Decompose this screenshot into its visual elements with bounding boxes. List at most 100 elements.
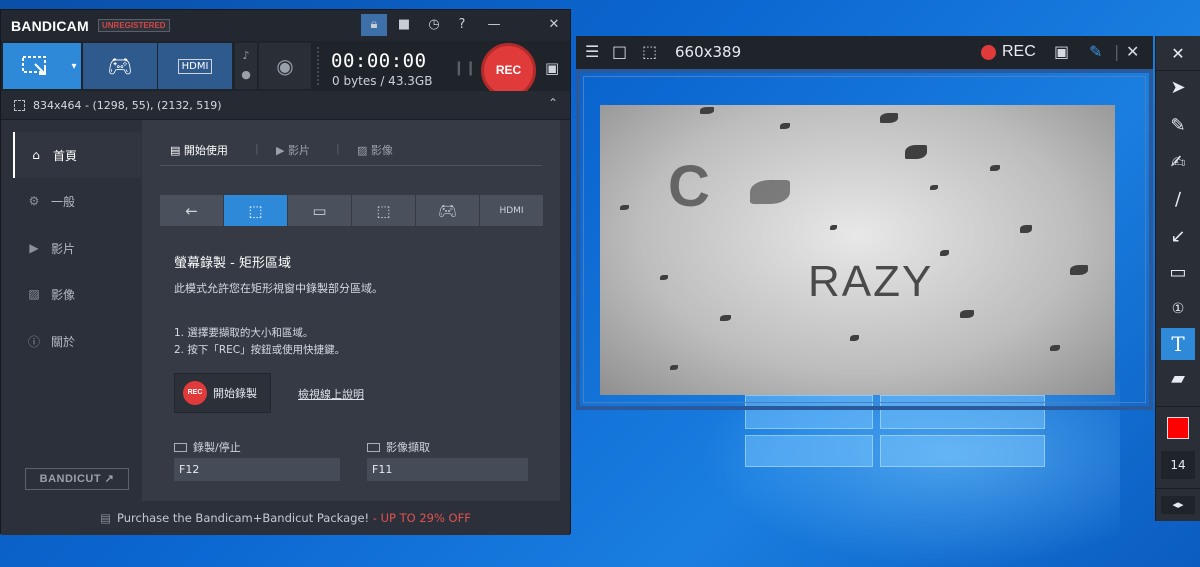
rectangle-icon[interactable]: ▭ <box>1161 257 1195 289</box>
number-icon[interactable]: ① <box>1161 293 1195 325</box>
rect-mode-icon[interactable]: ⬚ <box>224 195 287 226</box>
screen-rect-mode-button[interactable] <box>3 43 67 89</box>
stroke-size[interactable]: 14 <box>1161 451 1195 479</box>
screen-rect-icon <box>22 56 46 75</box>
leaf-particle <box>1070 265 1088 275</box>
back-arrow-icon[interactable]: ← <box>160 195 223 226</box>
close-icon[interactable]: ✕ <box>541 14 567 36</box>
step-1: 1. 選擇要擷取的大小和區域。 <box>174 327 314 339</box>
video-text: RAZY <box>808 257 934 306</box>
menu-icon[interactable]: ☰ <box>585 42 599 61</box>
region-info-text: 834x464 - (1298, 55), (2132, 519) <box>33 99 222 112</box>
line-icon[interactable]: ∕ <box>1161 184 1195 216</box>
video-text-c: C <box>668 154 710 219</box>
pencil-icon[interactable]: ✎ <box>1089 42 1102 61</box>
leaf-particle <box>830 225 837 230</box>
cursor-icon[interactable]: ➤ <box>1161 72 1195 104</box>
bandicut-button[interactable]: BANDICUT ↗ <box>25 468 129 490</box>
separator: | <box>1114 42 1120 61</box>
close-icon[interactable]: ✕ <box>1161 38 1195 70</box>
help-icon[interactable]: ? <box>449 14 475 36</box>
folder-icon[interactable]: ■ <box>391 14 417 36</box>
start-recording-button[interactable]: REC 開始錄製 <box>174 373 271 413</box>
leaf-particle <box>780 123 790 129</box>
hotkey-record-field[interactable]: F12 <box>174 458 340 481</box>
mode-description: 此模式允許您在矩形視窗中錄製部分區域。 <box>174 282 383 295</box>
game-mode-icon[interactable]: 🎮︎ <box>416 195 479 226</box>
online-help-link[interactable]: 檢視線上說明 <box>298 386 364 402</box>
game-mode-button[interactable]: 🎮︎ <box>83 43 157 89</box>
leaf-particle <box>1050 345 1060 351</box>
divider <box>1156 70 1200 71</box>
video-preview: C RAZY <box>600 105 1115 395</box>
title-bar: BANDICAM UNREGISTERED 🔒︎ ■ ◷ ? — ✕ <box>1 10 570 41</box>
tab-getting-started[interactable]: ▤ 開始使用 <box>170 142 228 158</box>
chat-icon: ▤ <box>100 511 112 525</box>
unregistered-badge: UNREGISTERED <box>98 19 170 32</box>
leaf-particle <box>750 180 790 204</box>
hotkey-capture-field[interactable]: F11 <box>367 458 528 481</box>
hdmi-mode-button[interactable]: HDMI <box>158 43 232 89</box>
sidebar-item-about[interactable]: ⓘ 關於 <box>13 318 141 364</box>
eraser-icon[interactable]: ▰ <box>1161 363 1195 395</box>
leaf-particle <box>720 315 731 321</box>
hdmi-icon: HDMI <box>177 58 213 74</box>
mode-selector: ← ⬚ ▭ ⬚ 🎮︎ HDMI <box>160 195 543 226</box>
clock-icon[interactable]: ◷ <box>421 14 447 36</box>
leaf-particle <box>660 275 668 280</box>
info-icon: ⓘ <box>27 334 40 349</box>
speaker-icon: ♪ <box>242 49 250 62</box>
hotkey-capture-label: 影像擷取 <box>367 439 430 455</box>
rec-button[interactable]: REC <box>481 43 536 98</box>
promo-banner[interactable]: ▤ Purchase the Bandicam+Bandicut Package!… <box>1 501 570 535</box>
leaf-particle <box>620 205 629 210</box>
webcam-button[interactable]: ◉ <box>259 43 311 89</box>
tab-separator: | <box>336 142 340 155</box>
mode-dropdown-chevron-icon[interactable]: ▾ <box>67 43 81 89</box>
draw-toolbar: ✕ ➤ ✎ ✍ ∕ ↙ ▭ ① T ▰ 14 ◂▸ <box>1155 36 1200 521</box>
sidebar-item-video[interactable]: ▶ 影片 <box>13 225 141 271</box>
leaf-particle <box>1020 225 1032 233</box>
sidebar-item-image[interactable]: ▨ 影像 <box>13 271 141 317</box>
tab-image[interactable]: ▨ 影像 <box>357 142 393 158</box>
audio-toggle-strip[interactable]: ♪ ● <box>235 43 257 89</box>
hotkey-record-label: 錄製/停止 <box>174 439 241 455</box>
pause-icon[interactable]: ❙❙ <box>453 60 476 76</box>
leaf-particle <box>960 310 974 318</box>
close-icon[interactable]: ✕ <box>1126 42 1139 61</box>
sidebar-item-general[interactable]: ⚙ 一般 <box>13 178 141 224</box>
highlighter-icon[interactable]: ✍ <box>1161 147 1195 179</box>
minimize-icon[interactable]: — <box>481 14 507 36</box>
fullscreen-mode-icon[interactable]: ▭ <box>288 195 351 226</box>
sidebar: ⌂ 首頁 ⚙ 一般 ▶ 影片 ▨ 影像 ⓘ 關於 <box>13 120 141 501</box>
leaf-particle <box>930 185 938 190</box>
video-icon: ▶ <box>29 241 39 255</box>
rec-small-icon: REC <box>183 381 207 405</box>
text-icon[interactable]: T <box>1161 328 1195 360</box>
camera-icon[interactable]: ▣ <box>1054 42 1069 61</box>
leaf-particle <box>990 165 1000 171</box>
window-search-icon[interactable]: ⬚ <box>642 42 657 61</box>
collapse-chevron-icon[interactable]: ⌃ <box>548 96 558 110</box>
lock-icon[interactable]: 🔒︎ <box>361 14 387 36</box>
image-icon: ▨ <box>28 287 40 301</box>
file-size-readout: 0 bytes / 43.3GB <box>332 74 433 88</box>
leaf-particle <box>905 145 927 159</box>
arrow-icon[interactable]: ↙ <box>1161 221 1195 253</box>
recording-frame-bar: ☰ □ ⬚ 660x389 REC ▣ ✎ | ✕ <box>576 36 1153 69</box>
tab-video[interactable]: ▶ 影片 <box>276 142 310 158</box>
pencil-icon[interactable]: ✎ <box>1161 110 1195 142</box>
keyboard-icon <box>174 443 187 452</box>
window-icon[interactable]: □ <box>612 42 627 61</box>
leaf-particle <box>700 107 714 114</box>
keyboard-icon <box>367 443 380 452</box>
color-swatch[interactable] <box>1167 417 1189 439</box>
frame-rec-button[interactable]: REC <box>1002 43 1036 61</box>
hdmi-mode-icon[interactable]: HDMI <box>480 195 543 226</box>
sidebar-item-home[interactable]: ⌂ 首頁 <box>13 132 141 178</box>
camera-icon[interactable]: ▣ <box>545 59 559 77</box>
tab-separator: | <box>255 142 259 155</box>
region-info-bar: 834x464 - (1298, 55), (2132, 519) ⌃ <box>1 91 570 120</box>
mouse-area-mode-icon[interactable]: ⬚ <box>352 195 415 226</box>
move-handle-icon[interactable]: ◂▸ <box>1161 496 1195 514</box>
